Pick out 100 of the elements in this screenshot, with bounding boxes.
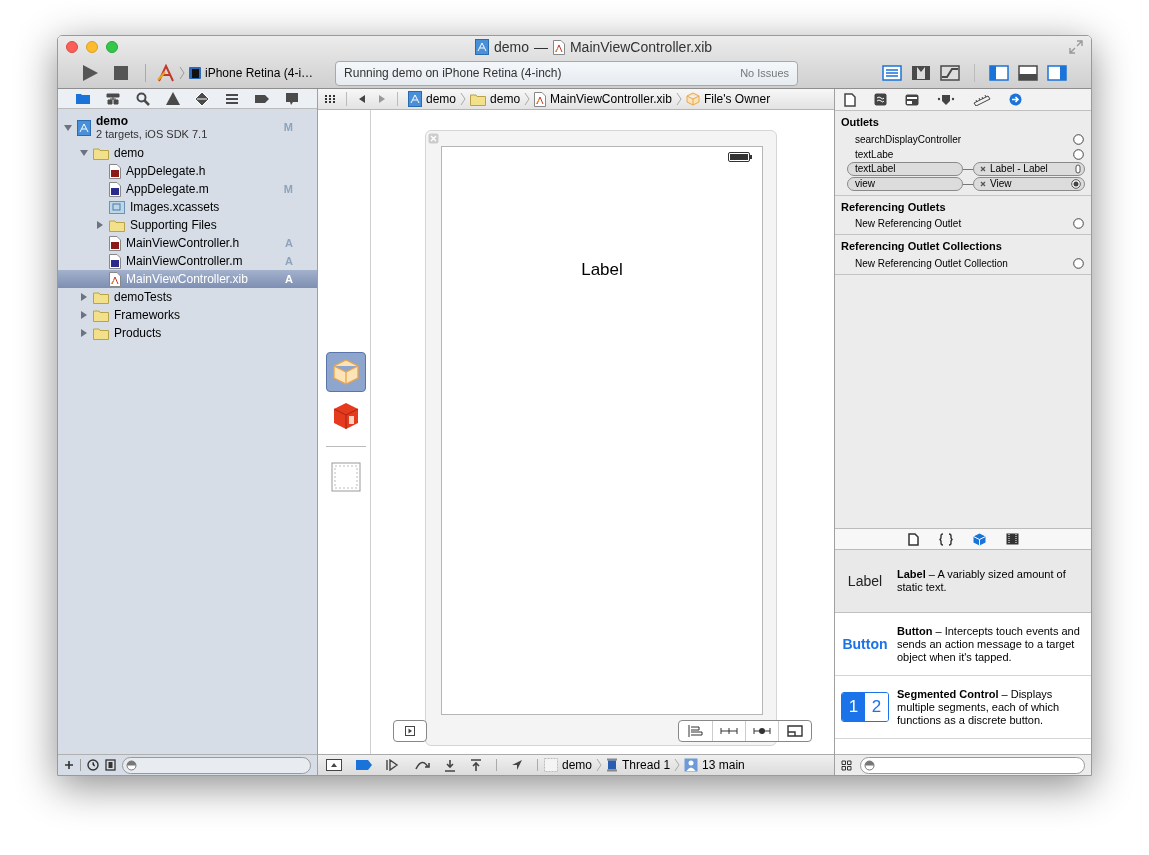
file-tree-row[interactable]: Frameworks: [58, 306, 317, 324]
debug-bar-crumb[interactable]: 13 main: [702, 756, 745, 774]
file-tree-row[interactable]: MainViewController.h A: [58, 234, 317, 252]
inspector-tab[interactable]: [844, 92, 856, 107]
panel-toggle-button[interactable]: [1018, 65, 1038, 81]
continue-icon[interactable]: [386, 759, 400, 771]
step-over-icon[interactable]: [414, 759, 430, 771]
chevron-icon: [674, 758, 681, 772]
run-icon[interactable]: [80, 63, 100, 83]
editor-mode-button[interactable]: [911, 65, 931, 81]
navigator-tab[interactable]: [194, 90, 211, 107]
bottom-panel-icon: [1018, 65, 1038, 81]
inspector-tab[interactable]: [973, 93, 991, 106]
file-tree-row[interactable]: demoTests: [58, 288, 317, 306]
file-tree-row[interactable]: Supporting Files: [58, 216, 317, 234]
breakpoints-toggle-icon[interactable]: [356, 760, 372, 770]
jump-bar-crumb[interactable]: demo: [490, 90, 521, 108]
hide-debug-icon[interactable]: [326, 759, 342, 771]
document-outline-item[interactable]: [325, 351, 366, 392]
editor-mode-button[interactable]: [882, 65, 902, 81]
jump-bar-crumb[interactable]: MainViewController.xib: [550, 90, 672, 108]
film-icon[interactable]: [105, 759, 116, 771]
section-header: Outlets: [840, 115, 880, 130]
label[interactable]: Label: [581, 257, 623, 283]
library-item[interactable]: Label Label – A variably sized amount of static text.: [835, 550, 1091, 613]
file-tree-row[interactable]: Products: [58, 324, 317, 342]
jump-bar-crumb[interactable]: demo: [426, 90, 457, 108]
navigator-tab[interactable]: [164, 90, 181, 107]
navigator-tab[interactable]: [104, 90, 121, 107]
back-icon[interactable]: [357, 94, 367, 104]
drag-handle-icon[interactable]: [1075, 164, 1081, 174]
segment: 1: [842, 693, 865, 721]
connected-circle-icon[interactable]: [1071, 179, 1081, 189]
search-icon: [134, 90, 151, 107]
scheme-destination: iPhone Retina (4-i…: [205, 65, 314, 82]
library-item[interactable]: 1 2 Segmented Control – Displays multiple segments, each of which functions as a discrete button.: [835, 676, 1091, 739]
cube-icon: [685, 92, 700, 106]
file-name: demoTests: [114, 290, 174, 304]
grid-icon[interactable]: [324, 94, 336, 104]
outlet-pill[interactable]: textLabel: [847, 162, 963, 176]
file-tree-row[interactable]: AppDelegate.h: [58, 162, 317, 180]
jump-bar-crumb[interactable]: File's Owner: [703, 90, 771, 108]
empty-circle-icon[interactable]: [1073, 218, 1084, 229]
step-out-icon[interactable]: [470, 758, 482, 772]
file-tree-row[interactable]: MainViewController.m A: [58, 252, 317, 270]
file-tree-row[interactable]: demo: [58, 144, 317, 162]
debug-bar-crumb[interactable]: demo: [562, 756, 593, 774]
version-icon: [940, 65, 960, 81]
inspector-tab[interactable]: [905, 93, 919, 106]
connection-pill[interactable]: View: [973, 177, 1085, 191]
speech-bubble-icon: [284, 90, 301, 107]
editor-mode-button[interactable]: [940, 65, 960, 81]
forward-icon[interactable]: [377, 94, 387, 104]
interface-file-icon: [552, 39, 565, 55]
step-into-icon[interactable]: [444, 758, 456, 772]
scm-status-letter: M: [283, 120, 293, 136]
file-tree-row[interactable]: AppDelegate.m M: [58, 180, 317, 198]
grid-view-icon[interactable]: [841, 759, 852, 771]
project-icon: [408, 91, 422, 107]
outlet-name: New Referencing Outlet: [855, 217, 963, 231]
scm-status-letter: A: [285, 271, 293, 287]
library-tab[interactable]: [1005, 533, 1019, 545]
location-arrow-icon[interactable]: [511, 759, 523, 771]
library-tab[interactable]: [907, 532, 919, 546]
panel-toggle-button[interactable]: [989, 65, 1009, 81]
library-item[interactable]: Button Button – Intercepts touch events and sends an action message to a target object when it's tapped.: [835, 613, 1091, 676]
add-icon[interactable]: [64, 760, 74, 770]
empty-circle-icon[interactable]: [1073, 257, 1084, 269]
empty-circle-icon[interactable]: [1073, 148, 1084, 160]
outlet-pill[interactable]: view: [847, 177, 963, 191]
file-name: AppDelegate.m: [126, 182, 210, 196]
inspector-tab[interactable]: [1009, 93, 1022, 106]
id-card-icon: [905, 93, 919, 106]
empty-circle-icon[interactable]: [1073, 133, 1084, 145]
clock-icon[interactable]: [87, 759, 99, 771]
inspector-tab[interactable]: [937, 93, 955, 106]
close-button[interactable]: [66, 41, 78, 53]
connection-target: Label - Label: [990, 163, 1049, 175]
title-separator: —: [533, 37, 548, 57]
file-tree-row[interactable]: demo 2 targets, iOS SDK 7.1 M: [58, 111, 317, 144]
inspector-tab[interactable]: [874, 93, 887, 106]
remove-icon[interactable]: [980, 181, 986, 187]
chevron-icon: [596, 758, 603, 772]
resize-icon: [786, 725, 804, 737]
filter-icon: [126, 759, 137, 771]
navigator-tab[interactable]: [284, 90, 301, 107]
remove-icon[interactable]: [980, 166, 986, 172]
tuxedo-icon: [911, 65, 931, 81]
connection-pill[interactable]: Label - Label: [973, 162, 1085, 176]
filter-field[interactable]: [122, 756, 311, 774]
ruler-icon: [973, 93, 991, 106]
file-tree-row[interactable]: Images.xcassets: [58, 198, 317, 216]
debug-bar-crumb[interactable]: Thread 1: [622, 756, 671, 774]
panel-toggle-button[interactable]: [1047, 65, 1067, 81]
library-filter-field[interactable]: [860, 756, 1085, 774]
navigator-tab[interactable]: [134, 90, 151, 107]
play-scene-button[interactable]: [393, 720, 427, 742]
scheme-selector[interactable]: iPhone Retina (4-i…: [156, 64, 314, 82]
library-tab[interactable]: [938, 532, 953, 546]
right-panel-icon: [1047, 65, 1067, 81]
